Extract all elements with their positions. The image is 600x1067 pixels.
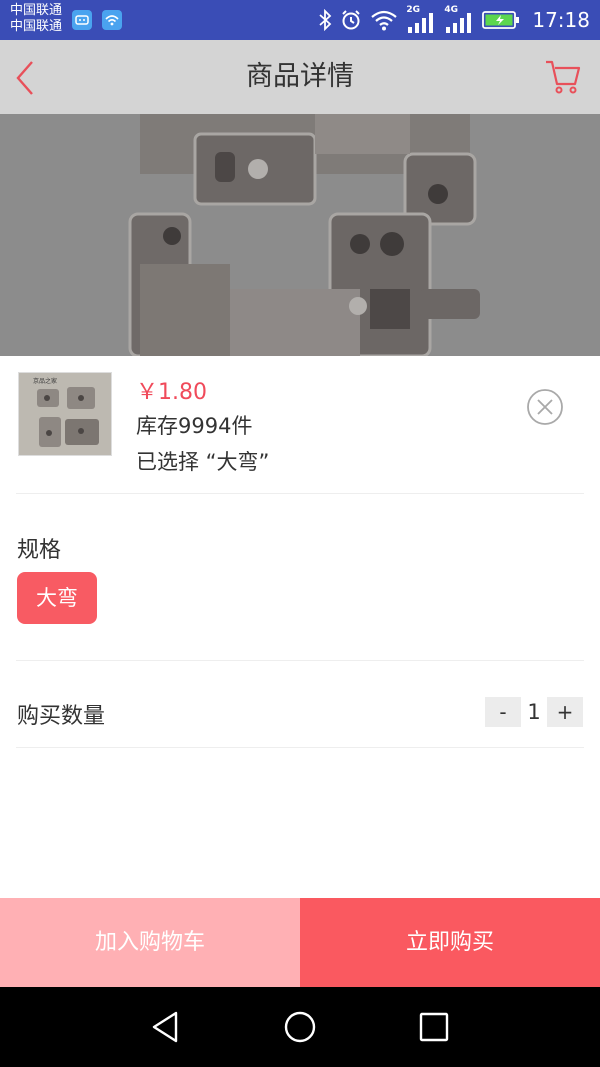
cart-button[interactable] (544, 58, 582, 96)
buy-now-button[interactable]: 立即购买 (300, 898, 600, 987)
close-sheet-button[interactable] (526, 388, 564, 426)
wifi-notification-icon (102, 10, 122, 30)
shopping-cart-icon (546, 60, 581, 94)
divider (16, 747, 584, 748)
nav-recents-button[interactable] (416, 1009, 452, 1045)
purchase-action-bar: 加入购物车 立即购买 (0, 898, 600, 987)
clock: 17:18 (532, 8, 590, 32)
increase-quantity-button[interactable]: + (547, 697, 583, 727)
thumbnail-caption: 京品之家 (33, 377, 57, 385)
nav-back-button[interactable] (148, 1009, 184, 1045)
carrier-2: 中国联通 (10, 19, 63, 34)
product-price: ￥1.80 (136, 380, 207, 405)
bluetooth-icon (318, 9, 332, 31)
top-nav-bar: 商品详情 (0, 40, 600, 114)
add-to-cart-button[interactable]: 加入购物车 (0, 898, 300, 987)
product-image (0, 114, 600, 356)
notification-app-icon (72, 10, 92, 30)
square-recents-icon (419, 1012, 449, 1042)
alarm-icon (340, 9, 362, 31)
system-nav-bar (0, 987, 600, 1067)
status-bar: 中国联通 中国联通 2G 4G 17:18 (0, 0, 600, 40)
spec-option-chip[interactable]: 大弯 (17, 572, 97, 624)
wifi-icon (370, 9, 398, 31)
divider (16, 493, 584, 494)
decrease-quantity-button[interactable]: - (485, 697, 521, 727)
selected-spec-summary: 已选择 “大弯” (136, 450, 270, 474)
product-thumbnail: 京品之家 (18, 372, 112, 456)
triangle-back-icon (152, 1011, 178, 1043)
page-title: 商品详情 (246, 61, 354, 92)
signal-2g-icon: 2G (406, 5, 436, 35)
close-circle-icon (527, 389, 563, 425)
signal-4g-icon: 4G (444, 5, 474, 35)
stock-count: 库存9994件 (136, 414, 253, 438)
quantity-stepper: - 1 + (485, 697, 583, 727)
quantity-label: 购买数量 (17, 704, 106, 729)
quantity-value[interactable]: 1 (521, 700, 547, 724)
carrier-1: 中国联通 (10, 3, 63, 18)
spec-selector-sheet: 京品之家 ￥1.80 库存9994件 已选择 “大弯” 规格 大弯 购买数量 -… (0, 356, 600, 898)
nav-home-button[interactable] (282, 1009, 318, 1045)
divider (16, 660, 584, 661)
battery-icon (482, 10, 520, 30)
spec-label: 规格 (17, 538, 62, 563)
circle-home-icon (284, 1011, 316, 1043)
carrier-info: 中国联通 中国联通 (10, 3, 62, 35)
